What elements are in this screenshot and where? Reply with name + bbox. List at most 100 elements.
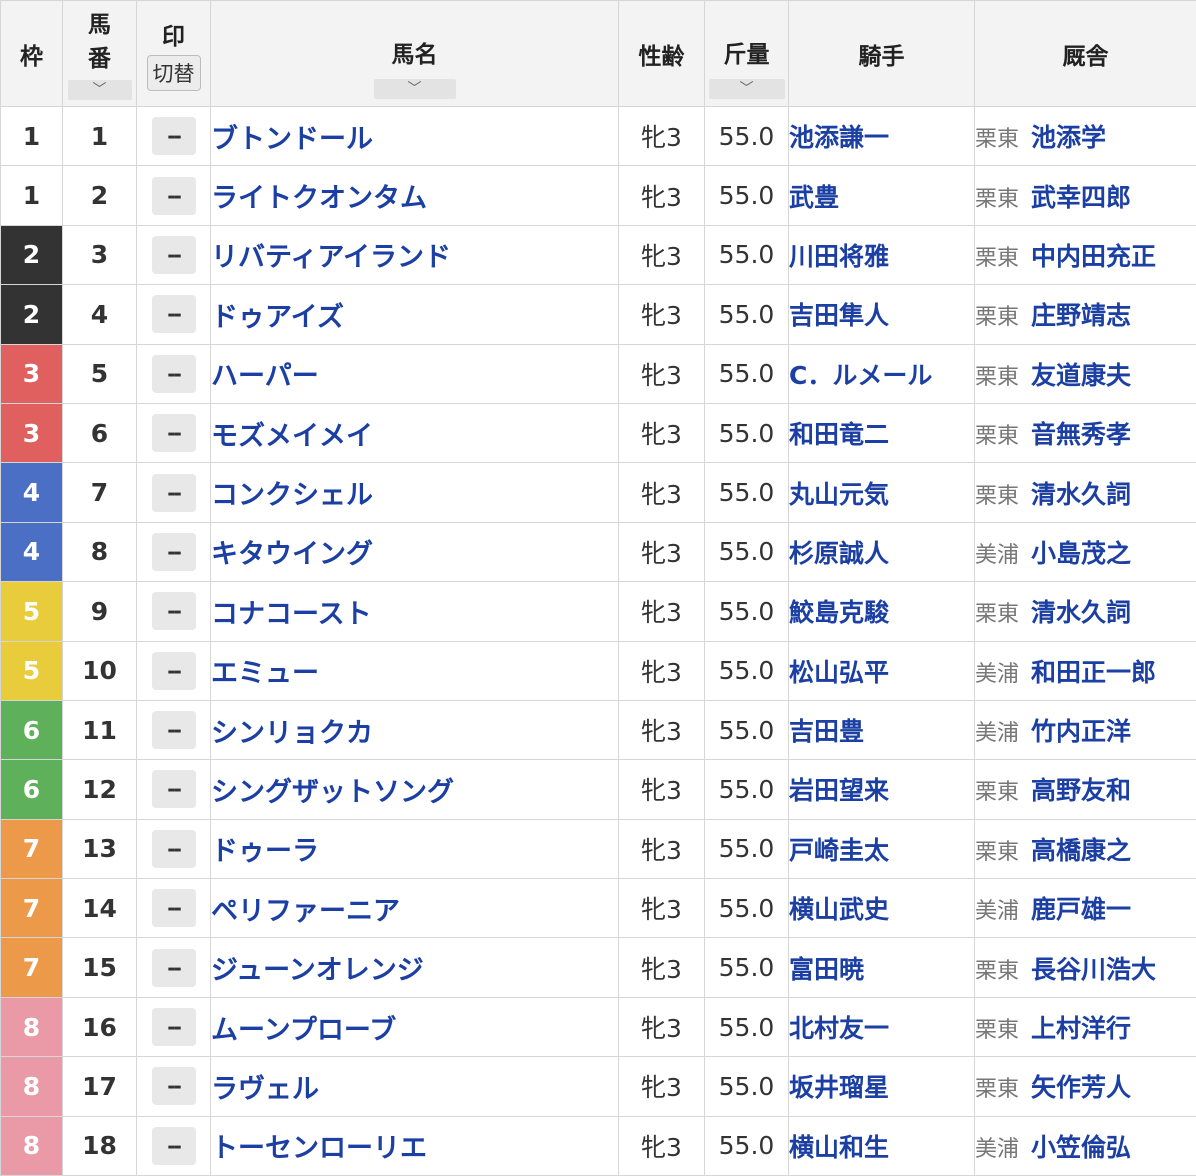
weight-sort-chevron-icon[interactable]: ﹀ bbox=[709, 79, 785, 99]
horse-name-link[interactable]: キタウイング bbox=[211, 522, 619, 581]
mark-select-button[interactable]: -- bbox=[152, 949, 196, 987]
horse-name-link[interactable]: ドゥアイズ bbox=[211, 285, 619, 344]
umaban-header[interactable]: 馬 番 ﹀ bbox=[63, 1, 137, 107]
mark-toggle-button[interactable]: 切替 bbox=[147, 55, 201, 91]
mark-select-button[interactable]: -- bbox=[152, 355, 196, 393]
waku-header: 枠 bbox=[1, 1, 63, 107]
weight-cell: 55.0 bbox=[705, 1057, 789, 1116]
jockey-name-link[interactable]: C．ルメール bbox=[789, 344, 975, 403]
trainer-name-link[interactable]: 和田正一郎 bbox=[1031, 658, 1156, 687]
mark-select-button[interactable]: -- bbox=[152, 236, 196, 274]
umaban-sort-chevron-icon[interactable]: ﹀ bbox=[68, 80, 132, 100]
mark-cell: -- bbox=[137, 700, 211, 759]
jockey-name-link[interactable]: 和田竜二 bbox=[789, 403, 975, 462]
jockey-name-link[interactable]: 丸山元気 bbox=[789, 463, 975, 522]
table-row: 35--ハーパー牝355.0C．ルメール栗東友道康夫 bbox=[1, 344, 1196, 403]
trainer-name-link[interactable]: 武幸四郎 bbox=[1031, 183, 1131, 212]
stable-cell: 栗東中内田充正 bbox=[975, 225, 1196, 284]
mark-cell: -- bbox=[137, 641, 211, 700]
jockey-name-link[interactable]: 鮫島克駿 bbox=[789, 582, 975, 641]
mark-select-button[interactable]: -- bbox=[152, 1127, 196, 1165]
horse-name-link[interactable]: コナコースト bbox=[211, 582, 619, 641]
horse-name-link[interactable]: エミュー bbox=[211, 641, 619, 700]
jockey-name-link[interactable]: 池添謙一 bbox=[789, 107, 975, 166]
trainer-name-link[interactable]: 池添学 bbox=[1031, 123, 1106, 152]
mark-select-button[interactable]: -- bbox=[152, 414, 196, 452]
trainer-name-link[interactable]: 竹内正洋 bbox=[1031, 717, 1131, 746]
trainer-name-link[interactable]: 高橋康之 bbox=[1031, 836, 1131, 865]
waku-cell: 8 bbox=[1, 997, 63, 1056]
jockey-name-link[interactable]: 川田将雅 bbox=[789, 225, 975, 284]
trainer-name-link[interactable]: 鹿戸雄一 bbox=[1031, 895, 1131, 924]
jockey-name-link[interactable]: 吉田隼人 bbox=[789, 285, 975, 344]
mark-cell: -- bbox=[137, 1057, 211, 1116]
trainer-name-link[interactable]: 庄野靖志 bbox=[1031, 301, 1131, 330]
stable-region: 美浦 bbox=[975, 721, 1019, 746]
horse-name-link[interactable]: ハーパー bbox=[211, 344, 619, 403]
trainer-name-link[interactable]: 友道康夫 bbox=[1031, 361, 1131, 390]
trainer-name-link[interactable]: 音無秀孝 bbox=[1031, 420, 1131, 449]
jockey-name-link[interactable]: 杉原誠人 bbox=[789, 522, 975, 581]
horse-name-link[interactable]: トーセンローリエ bbox=[211, 1116, 619, 1175]
trainer-name-link[interactable]: 小島茂之 bbox=[1031, 539, 1131, 568]
mark-select-button[interactable]: -- bbox=[152, 770, 196, 808]
jockey-name-link[interactable]: 横山武史 bbox=[789, 879, 975, 938]
mark-select-button[interactable]: -- bbox=[152, 1067, 196, 1105]
trainer-name-link[interactable]: 清水久詞 bbox=[1031, 480, 1131, 509]
mark-select-button[interactable]: -- bbox=[152, 474, 196, 512]
horse-name-link[interactable]: ラヴェル bbox=[211, 1057, 619, 1116]
weight-cell: 55.0 bbox=[705, 582, 789, 641]
jockey-name-link[interactable]: 松山弘平 bbox=[789, 641, 975, 700]
mark-select-button[interactable]: -- bbox=[152, 592, 196, 630]
stable-cell: 栗東武幸四郎 bbox=[975, 166, 1196, 225]
mark-select-button[interactable]: -- bbox=[152, 1008, 196, 1046]
mark-select-button[interactable]: -- bbox=[152, 711, 196, 749]
jockey-name-link[interactable]: 横山和生 bbox=[789, 1116, 975, 1175]
trainer-name-link[interactable]: 清水久詞 bbox=[1031, 598, 1131, 627]
horse-name-link[interactable]: シングザットソング bbox=[211, 760, 619, 819]
stable-region: 栗東 bbox=[975, 1018, 1019, 1043]
horse-name-link[interactable]: ジューンオレンジ bbox=[211, 938, 619, 997]
jockey-name-link[interactable]: 坂井瑠星 bbox=[789, 1057, 975, 1116]
horse-sort-chevron-icon[interactable]: ﹀ bbox=[374, 79, 456, 99]
mark-select-button[interactable]: -- bbox=[152, 830, 196, 868]
weight-cell: 55.0 bbox=[705, 107, 789, 166]
jockey-name-link[interactable]: 戸崎圭太 bbox=[789, 819, 975, 878]
jockey-name-link[interactable]: 武豊 bbox=[789, 166, 975, 225]
horse-name-link[interactable]: リバティアイランド bbox=[211, 225, 619, 284]
jockey-name-link[interactable]: 北村友一 bbox=[789, 997, 975, 1056]
horse-name-link[interactable]: ライトクオンタム bbox=[211, 166, 619, 225]
mark-select-button[interactable]: -- bbox=[152, 889, 196, 927]
horse-name-link[interactable]: コンクシェル bbox=[211, 463, 619, 522]
table-row: 714--ペリファーニア牝355.0横山武史美浦鹿戸雄一 bbox=[1, 879, 1196, 938]
stable-cell: 美浦鹿戸雄一 bbox=[975, 879, 1196, 938]
trainer-name-link[interactable]: 高野友和 bbox=[1031, 776, 1131, 805]
mark-select-button[interactable]: -- bbox=[152, 652, 196, 690]
trainer-name-link[interactable]: 矢作芳人 bbox=[1031, 1073, 1131, 1102]
mark-select-button[interactable]: -- bbox=[152, 177, 196, 215]
horse-name-link[interactable]: ドゥーラ bbox=[211, 819, 619, 878]
jockey-name-link[interactable]: 岩田望来 bbox=[789, 760, 975, 819]
mark-select-button[interactable]: -- bbox=[152, 295, 196, 333]
mark-select-button[interactable]: -- bbox=[152, 117, 196, 155]
sex-age-cell: 牝3 bbox=[619, 225, 705, 284]
waku-cell: 5 bbox=[1, 641, 63, 700]
trainer-name-link[interactable]: 上村洋行 bbox=[1031, 1014, 1131, 1043]
horse-name-link[interactable]: ブトンドール bbox=[211, 107, 619, 166]
mark-select-button[interactable]: -- bbox=[152, 533, 196, 571]
trainer-name-link[interactable]: 小笠倫弘 bbox=[1031, 1133, 1131, 1162]
horse-name-link[interactable]: ムーンプローブ bbox=[211, 997, 619, 1056]
waku-cell: 3 bbox=[1, 403, 63, 462]
jockey-name-link[interactable]: 富田暁 bbox=[789, 938, 975, 997]
umaban-cell: 17 bbox=[63, 1057, 137, 1116]
trainer-name-link[interactable]: 中内田充正 bbox=[1031, 242, 1156, 271]
horse-name-link[interactable]: モズメイメイ bbox=[211, 403, 619, 462]
sex-age-cell: 牝3 bbox=[619, 641, 705, 700]
horse-name-link[interactable]: ペリファーニア bbox=[211, 879, 619, 938]
trainer-name-link[interactable]: 長谷川浩大 bbox=[1031, 955, 1156, 984]
jockey-name-link[interactable]: 吉田豊 bbox=[789, 700, 975, 759]
mark-header-label: 印 bbox=[162, 17, 185, 51]
horse-header[interactable]: 馬名 ﹀ bbox=[211, 1, 619, 107]
weight-header[interactable]: 斤量 ﹀ bbox=[705, 1, 789, 107]
horse-name-link[interactable]: シンリョクカ bbox=[211, 700, 619, 759]
